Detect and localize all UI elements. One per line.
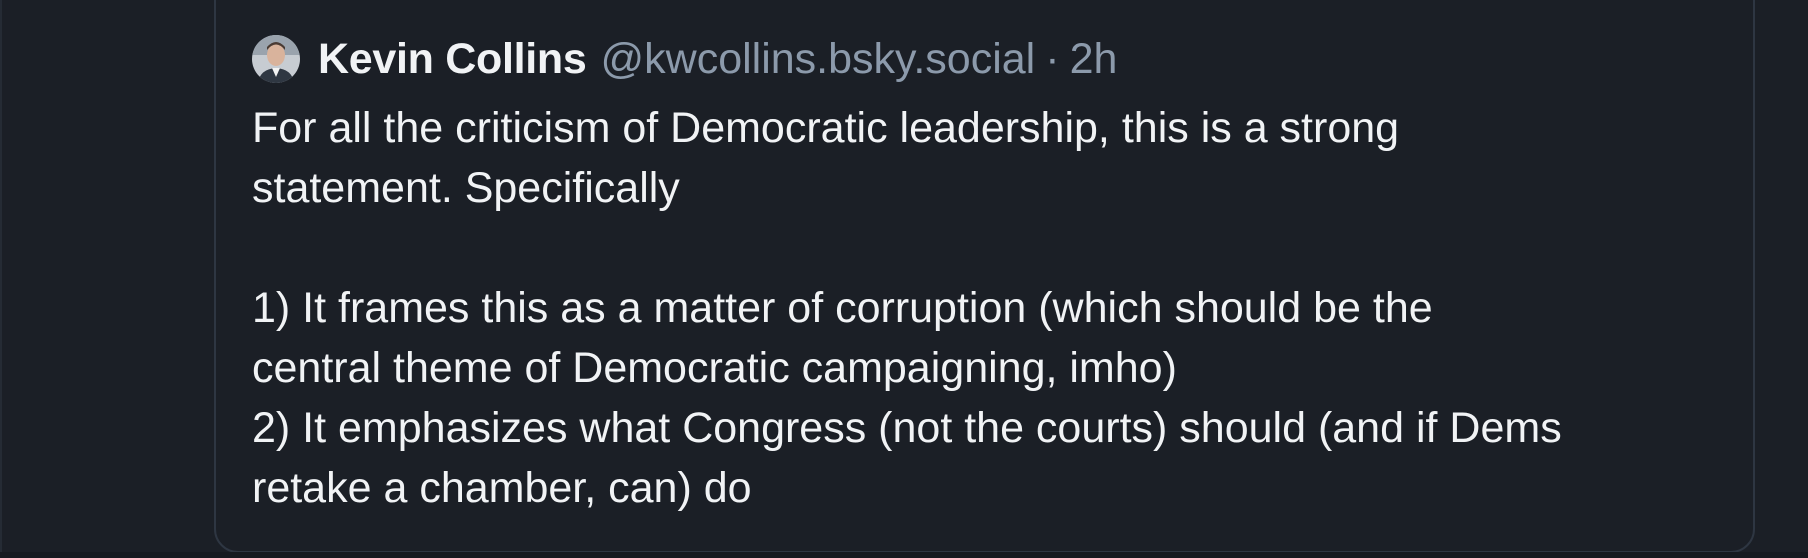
post-text-line: For all the criticism of Democratic lead…	[252, 104, 1400, 152]
author-display-name[interactable]: Kevin Collins	[318, 35, 587, 84]
post-text-line: statement. Specifically	[252, 164, 680, 212]
post-text-line: retake a chamber, can) do	[252, 464, 752, 512]
avatar-image	[252, 35, 300, 83]
bottom-divider	[0, 552, 1808, 558]
post-text-line: 1) It frames this as a matter of corrupt…	[252, 284, 1433, 332]
post-text: For all the criticism of Democratic lead…	[252, 98, 1732, 518]
post-text-line: central theme of Democratic campaigning,…	[252, 344, 1177, 392]
author-avatar[interactable]	[252, 35, 300, 83]
post-text-line: 2) It emphasizes what Congress (not the …	[252, 404, 1562, 452]
author-handle[interactable]: @kwcollins.bsky.social	[600, 35, 1035, 84]
post-header: Kevin Collins @kwcollins.bsky.social · 2…	[252, 32, 1117, 86]
post-timestamp[interactable]: 2h	[1070, 35, 1118, 84]
column-divider	[0, 0, 2, 558]
post-text-blank-line	[252, 218, 1732, 278]
header-separator: ·	[1045, 34, 1060, 83]
